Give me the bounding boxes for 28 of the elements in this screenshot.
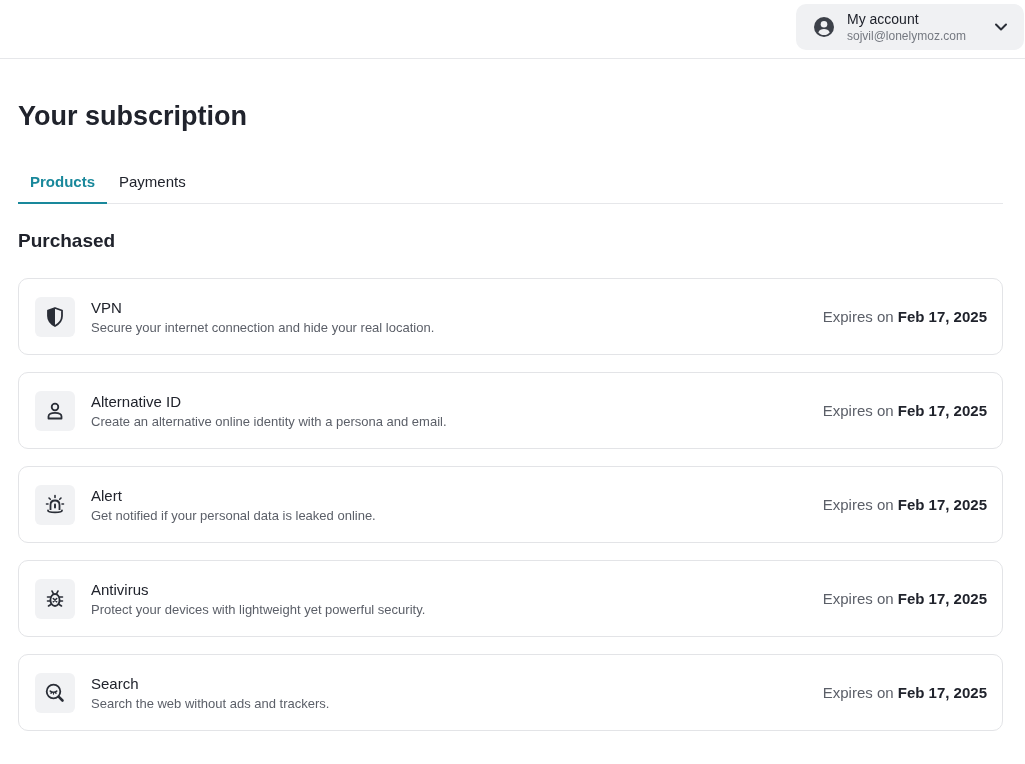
product-name: Alert: [91, 486, 122, 504]
tab[interactable]: Products: [18, 160, 107, 204]
section-heading: Purchased: [18, 230, 116, 252]
shield-icon: [35, 296, 75, 337]
expiry-date: Expires on Feb 17, 2025: [822, 496, 987, 513]
product-description: Get notified if your personal data is leaked online.: [91, 507, 376, 523]
product-name: VPN: [91, 298, 122, 316]
product-name: Alternative ID: [91, 392, 182, 410]
product-name: Antivirus: [91, 580, 149, 598]
product-description: Create an alternative online identity with a persona and email.: [91, 413, 447, 429]
expiry-date: Expires on Feb 17, 2025: [822, 308, 987, 325]
bug-icon: [35, 578, 75, 619]
expiry-date: Expires on Feb 17, 2025: [822, 402, 987, 419]
product-description: Search the web without ads and trackers.: [91, 695, 330, 711]
person-icon: [35, 390, 75, 431]
account-email: sojvil@lonelymoz.com: [847, 29, 966, 43]
account-menu-button[interactable]: My account sojvil@lonelymoz.com: [796, 4, 1024, 50]
expiry-date: Expires on Feb 17, 2025: [822, 590, 987, 607]
tab[interactable]: Payments: [107, 160, 198, 204]
user-avatar-icon: [813, 16, 835, 38]
product-description: Secure your internet connection and hide your real location.: [91, 319, 435, 335]
page-title: Your subscription: [18, 100, 247, 132]
account-label: My account: [847, 11, 919, 27]
expiry-date: Expires on Feb 17, 2025: [822, 684, 987, 701]
product-description: Protect your devices with lightweight yet powerful security.: [91, 601, 426, 617]
product-name: Search: [91, 674, 139, 692]
search-icon: [35, 672, 75, 713]
siren-icon: [35, 484, 75, 525]
